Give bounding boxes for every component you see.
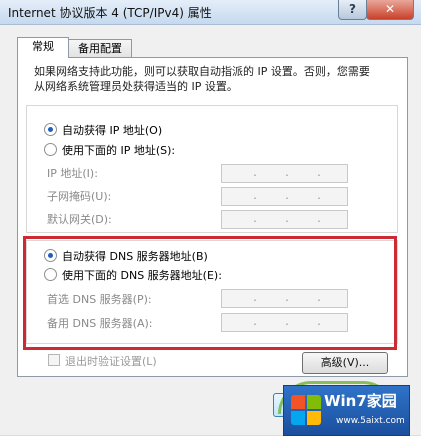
manual-dns-option[interactable]: 使用下面的 DNS 服务器地址(E): bbox=[44, 268, 222, 283]
watermark-badge: Win7家园 www.5aixt.com bbox=[283, 385, 410, 436]
subnet-mask-input[interactable]: ... bbox=[221, 187, 348, 206]
manual-dns-radio[interactable] bbox=[44, 268, 57, 281]
validate-on-exit-option[interactable]: 退出时验证设置(L) bbox=[48, 353, 157, 369]
preferred-dns-label: 首选 DNS 服务器(P): bbox=[47, 293, 152, 306]
auto-ip-option[interactable]: 自动获得 IP 地址(O) bbox=[44, 123, 162, 138]
manual-dns-label: 使用下面的 DNS 服务器地址(E): bbox=[62, 269, 222, 282]
preferred-dns-input[interactable]: ... bbox=[221, 289, 348, 308]
manual-ip-option[interactable]: 使用下面的 IP 地址(S): bbox=[44, 143, 175, 158]
validate-on-exit-checkbox[interactable] bbox=[48, 354, 60, 366]
watermark-url: www.5aixt.com bbox=[336, 416, 405, 426]
auto-dns-label: 自动获得 DNS 服务器地址(B) bbox=[62, 250, 208, 263]
default-gateway-label: 默认网关(D): bbox=[47, 213, 112, 226]
tcpip-properties-dialog: Internet 协议版本 4 (TCP/IPv4) 属性 ? ✕ 常规 备用配… bbox=[0, 0, 421, 436]
title-bar[interactable]: Internet 协议版本 4 (TCP/IPv4) 属性 ? ✕ bbox=[0, 0, 421, 24]
windows-logo-icon bbox=[291, 395, 321, 425]
tab-general[interactable]: 常规 bbox=[17, 37, 69, 58]
watermark-title: Win7家园 bbox=[324, 392, 397, 410]
ip-address-label: IP 地址(I): bbox=[47, 167, 98, 180]
alternate-dns-label: 备用 DNS 服务器(A): bbox=[47, 317, 153, 330]
ip-address-input[interactable]: ... bbox=[221, 164, 348, 183]
manual-ip-radio[interactable] bbox=[44, 143, 57, 156]
auto-dns-option[interactable]: 自动获得 DNS 服务器地址(B) bbox=[44, 249, 208, 264]
advanced-button[interactable]: 高级(V)... bbox=[302, 352, 388, 374]
auto-ip-label: 自动获得 IP 地址(O) bbox=[62, 124, 163, 137]
auto-dns-radio[interactable] bbox=[44, 249, 57, 262]
auto-ip-radio[interactable] bbox=[44, 123, 57, 136]
subnet-mask-label: 子网掩码(U): bbox=[47, 190, 112, 203]
close-button[interactable]: ✕ bbox=[366, 0, 414, 20]
window-title: Internet 协议版本 4 (TCP/IPv4) 属性 bbox=[8, 6, 212, 20]
tab-alternate-configuration[interactable]: 备用配置 bbox=[68, 39, 132, 58]
validate-on-exit-label: 退出时验证设置(L) bbox=[65, 355, 157, 368]
alternate-dns-input[interactable]: ... bbox=[221, 313, 348, 332]
default-gateway-input[interactable]: ... bbox=[221, 210, 348, 229]
description-text: 如果网络支持此功能，则可以获取自动指派的 IP 设置。否则，您需要从网络系统管理… bbox=[34, 65, 370, 93]
help-button[interactable]: ? bbox=[338, 0, 367, 20]
manual-ip-label: 使用下面的 IP 地址(S): bbox=[62, 144, 176, 157]
